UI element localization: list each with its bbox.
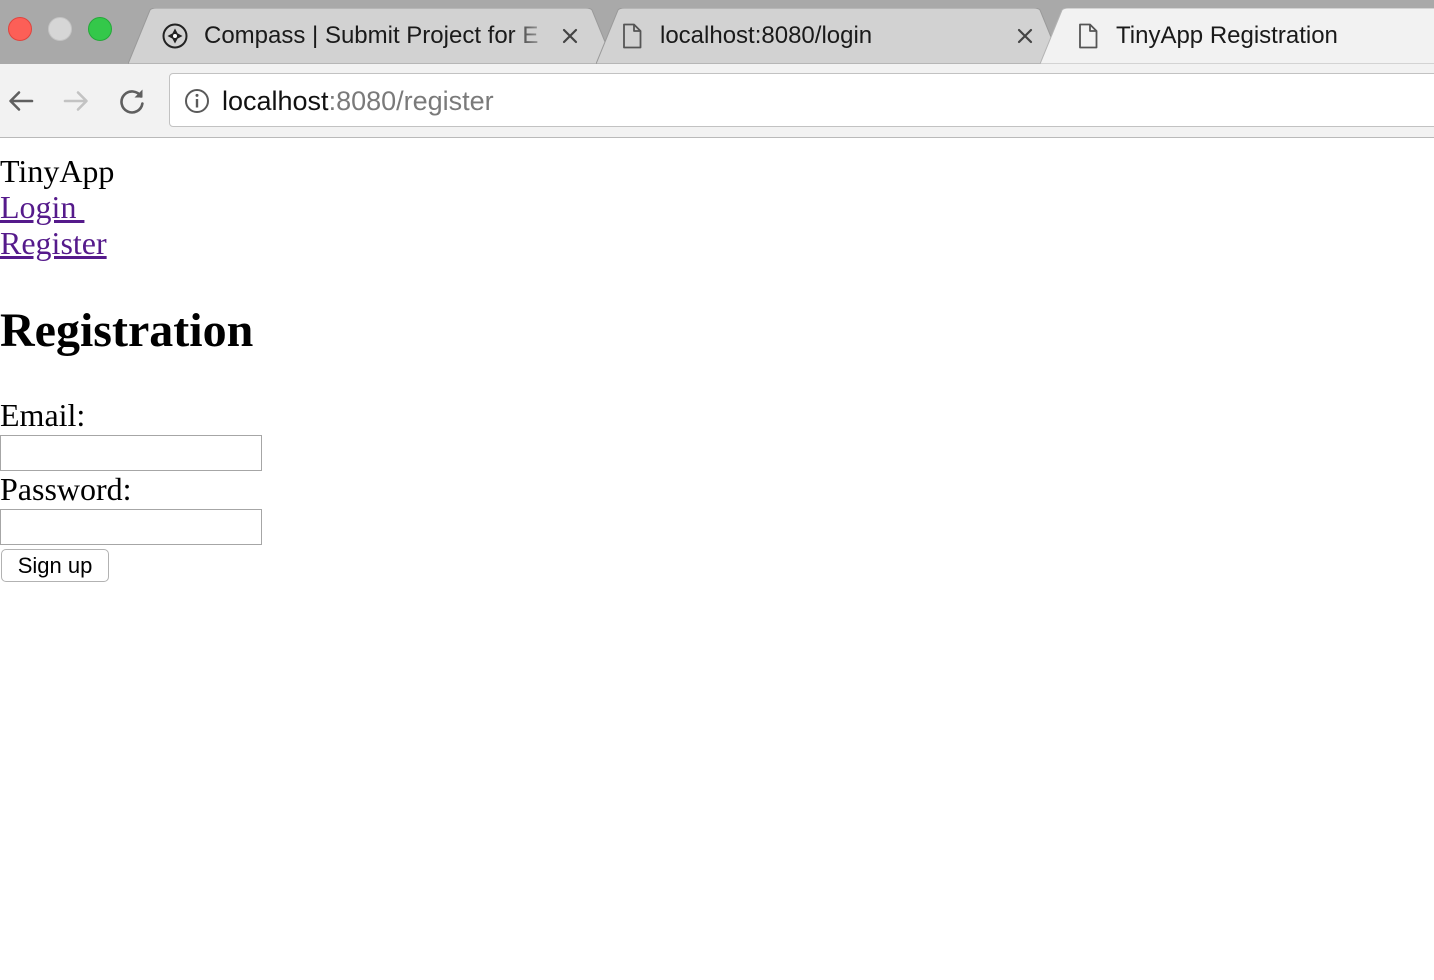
close-icon[interactable] [559,25,581,47]
brand-title: TinyApp [0,153,115,189]
url-text[interactable]: localhost:8080/register [222,84,494,118]
document-icon [623,23,642,49]
compass-icon [162,23,188,49]
close-icon[interactable] [1014,25,1036,47]
info-icon[interactable] [183,87,211,115]
password-field[interactable] [0,509,262,545]
login-link[interactable]: Login [0,189,84,225]
register-link[interactable]: Register [0,225,107,261]
url-host: localhost [222,86,329,116]
document-icon [1079,23,1098,49]
page-content: TinyApp Login Register Registration Emai… [0,139,1434,980]
window-maximize-button[interactable] [88,17,112,41]
tab-login[interactable]: localhost:8080/login [596,8,1062,64]
page-title: Registration [0,304,254,357]
url-path: :8080/register [328,86,494,116]
reload-icon[interactable] [115,84,149,118]
forward-arrow-icon[interactable] [59,84,93,118]
address-bar[interactable]: localhost:8080/register [169,73,1434,127]
email-field[interactable] [0,435,262,471]
browser-toolbar: localhost:8080/register [0,64,1434,138]
tab-strip: Compass | Submit Project for E localhost… [0,0,1434,64]
back-arrow-icon[interactable] [4,84,38,118]
tab-title: localhost:8080/login [660,22,873,49]
password-label: Password: [0,471,132,507]
tab-title: Compass | Submit Project for E [204,22,539,49]
email-label: Email: [0,397,86,433]
window-close-button[interactable] [8,17,32,41]
window-minimize-button[interactable] [48,17,72,41]
tab-registration[interactable]: TinyApp Registration [1040,8,1434,64]
sign-up-button[interactable]: Sign up [1,549,109,582]
tab-title: TinyApp Registration [1116,22,1338,49]
tab-compass[interactable]: Compass | Submit Project for E [128,8,614,64]
